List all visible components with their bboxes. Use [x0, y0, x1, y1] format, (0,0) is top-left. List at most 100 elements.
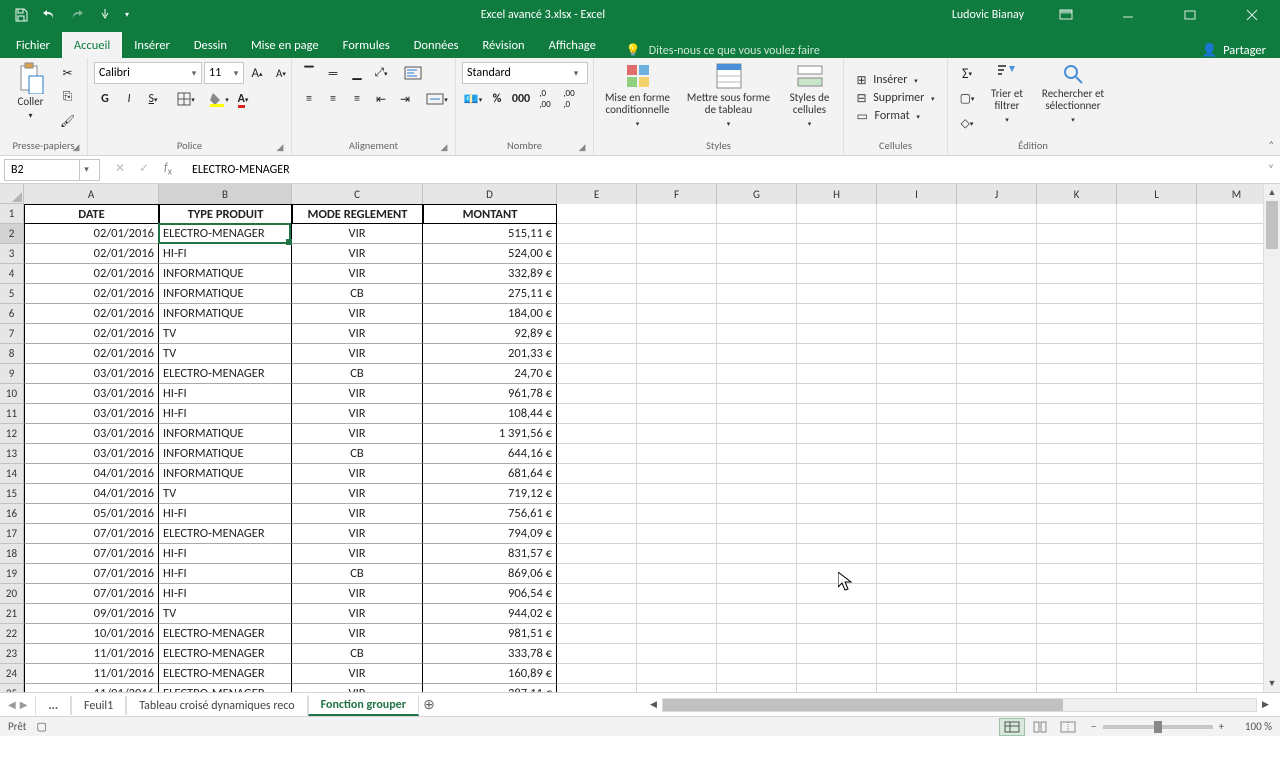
undo-icon[interactable]: [36, 3, 62, 27]
cell[interactable]: ELECTRO-MENAGER: [159, 224, 292, 244]
cell[interactable]: [797, 524, 877, 544]
column-header-H[interactable]: H: [797, 184, 877, 204]
comma-icon[interactable]: 000: [510, 88, 532, 110]
cell[interactable]: [1037, 444, 1117, 464]
cell[interactable]: [877, 464, 957, 484]
vertical-scroll-thumb[interactable]: [1266, 201, 1278, 249]
autosum-icon[interactable]: Σ▾: [956, 62, 978, 84]
cell[interactable]: [557, 204, 637, 224]
cell[interactable]: HI-FI: [159, 564, 292, 584]
cell[interactable]: [877, 404, 957, 424]
cell[interactable]: [1037, 664, 1117, 684]
column-header-F[interactable]: F: [637, 184, 717, 204]
cell[interactable]: [717, 244, 797, 264]
cell[interactable]: [637, 644, 717, 664]
add-sheet-button[interactable]: ⊕: [419, 696, 439, 713]
expand-formula-bar-icon[interactable]: ˅: [1262, 163, 1280, 177]
cell[interactable]: [557, 404, 637, 424]
cell[interactable]: [797, 544, 877, 564]
column-header-D[interactable]: D: [423, 184, 557, 204]
cell[interactable]: [877, 384, 957, 404]
cell[interactable]: [957, 244, 1037, 264]
cell[interactable]: 961,78 €: [423, 384, 557, 404]
cell[interactable]: [957, 424, 1037, 444]
cell[interactable]: VIR: [292, 484, 423, 504]
cell[interactable]: [717, 524, 797, 544]
cell[interactable]: [957, 584, 1037, 604]
cell[interactable]: VIR: [292, 664, 423, 684]
cell[interactable]: 04/01/2016: [24, 464, 159, 484]
cell[interactable]: 515,11 €: [423, 224, 557, 244]
cell[interactable]: 719,12 €: [423, 484, 557, 504]
cell[interactable]: [637, 664, 717, 684]
sheet-tab-overflow[interactable]: ...: [35, 696, 71, 715]
row-header[interactable]: 16: [0, 504, 24, 524]
sheet-tab-fonction-grouper[interactable]: Fonction grouper: [308, 695, 419, 716]
cell[interactable]: [877, 324, 957, 344]
ribbon-options-icon[interactable]: [1046, 0, 1086, 30]
cell[interactable]: 644,16 €: [423, 444, 557, 464]
cell[interactable]: VIR: [292, 304, 423, 324]
tab-data[interactable]: Données: [402, 32, 471, 58]
cell[interactable]: VIR: [292, 424, 423, 444]
cell[interactable]: [1117, 564, 1197, 584]
cell[interactable]: 07/01/2016: [24, 544, 159, 564]
cell[interactable]: [557, 644, 637, 664]
cell[interactable]: HI-FI: [159, 504, 292, 524]
cell[interactable]: [877, 544, 957, 564]
column-header-K[interactable]: K: [1037, 184, 1117, 204]
cell[interactable]: [717, 584, 797, 604]
cell[interactable]: [957, 624, 1037, 644]
scroll-left-icon[interactable]: ◀: [645, 699, 662, 710]
cell[interactable]: [1037, 264, 1117, 284]
merge-center-icon[interactable]: ▾: [426, 88, 448, 110]
cell[interactable]: [1037, 344, 1117, 364]
cell[interactable]: [1117, 444, 1197, 464]
cell[interactable]: 201,33 €: [423, 344, 557, 364]
cell[interactable]: [797, 564, 877, 584]
cell[interactable]: 03/01/2016: [24, 444, 159, 464]
cell[interactable]: [557, 564, 637, 584]
cell[interactable]: [1117, 484, 1197, 504]
cell[interactable]: [797, 424, 877, 444]
cell[interactable]: [717, 204, 797, 224]
tab-insert[interactable]: Insérer: [122, 32, 182, 58]
cell[interactable]: [957, 224, 1037, 244]
cell[interactable]: [1037, 304, 1117, 324]
cell[interactable]: [1117, 224, 1197, 244]
cell[interactable]: [717, 484, 797, 504]
cell[interactable]: 02/01/2016: [24, 264, 159, 284]
cell[interactable]: [717, 464, 797, 484]
cell[interactable]: [557, 684, 637, 692]
launcher-icon[interactable]: ◢: [71, 142, 81, 152]
cell[interactable]: VIR: [292, 264, 423, 284]
cell[interactable]: HI-FI: [159, 404, 292, 424]
cell[interactable]: [557, 264, 637, 284]
zoom-in-icon[interactable]: +: [1219, 720, 1224, 733]
cell[interactable]: [877, 284, 957, 304]
cell[interactable]: [1037, 384, 1117, 404]
cell[interactable]: [1037, 544, 1117, 564]
row-header[interactable]: 21: [0, 604, 24, 624]
cell[interactable]: [1117, 424, 1197, 444]
cell[interactable]: [1117, 284, 1197, 304]
cell[interactable]: TV: [159, 484, 292, 504]
zoom-out-icon[interactable]: −: [1091, 720, 1096, 733]
cell[interactable]: [1037, 564, 1117, 584]
cell[interactable]: ELECTRO-MENAGER: [159, 624, 292, 644]
cell[interactable]: INFORMATIQUE: [159, 304, 292, 324]
cell[interactable]: [637, 464, 717, 484]
cell[interactable]: [957, 444, 1037, 464]
cell[interactable]: [1037, 524, 1117, 544]
column-header-E[interactable]: E: [557, 184, 637, 204]
cell[interactable]: [637, 344, 717, 364]
cell[interactable]: [877, 204, 957, 224]
clear-icon[interactable]: ◇▾: [956, 112, 978, 134]
align-left-icon[interactable]: ≡: [298, 88, 320, 110]
format-painter-icon[interactable]: 🖌: [57, 110, 79, 132]
cell[interactable]: [637, 304, 717, 324]
cell[interactable]: 92,89 €: [423, 324, 557, 344]
cell[interactable]: [1117, 644, 1197, 664]
select-all-corner[interactable]: [0, 184, 24, 204]
cell[interactable]: [637, 384, 717, 404]
